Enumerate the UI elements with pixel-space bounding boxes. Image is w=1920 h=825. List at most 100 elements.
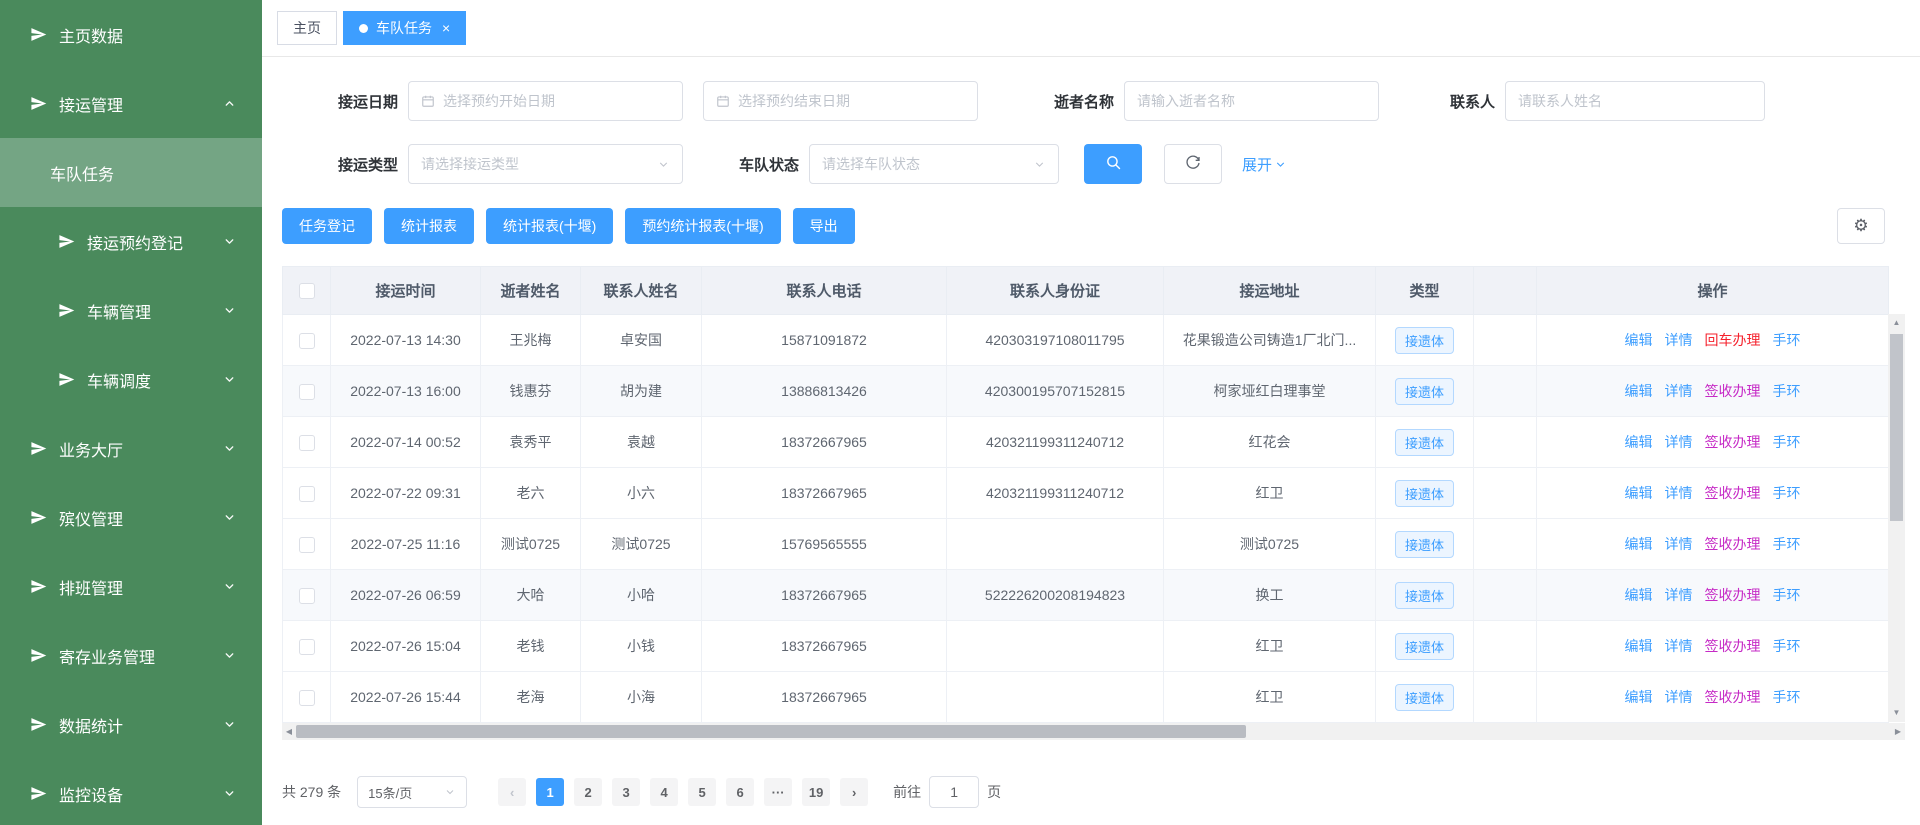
sidebar-item-监控设备[interactable]: 监控设备 (0, 759, 262, 825)
refresh-button[interactable] (1164, 144, 1222, 184)
action-link-详情[interactable]: 详情 (1665, 689, 1693, 705)
pickup-type-select[interactable]: 请选择接运类型 (408, 144, 683, 184)
sidebar-item-车辆管理[interactable]: 车辆管理 (0, 276, 262, 345)
search-button[interactable] (1084, 144, 1142, 184)
select-all-checkbox[interactable] (299, 283, 315, 299)
sidebar: 主页数据接运管理车队任务接运预约登记车辆管理车辆调度业务大厅殡仪管理排班管理寄存… (0, 0, 262, 825)
toolbar-button-统计报表(十堰)[interactable]: 统计报表(十堰) (486, 208, 613, 244)
action-link-详情[interactable]: 详情 (1665, 587, 1693, 603)
toolbar-button-统计报表[interactable]: 统计报表 (384, 208, 474, 244)
fleet-status-select[interactable]: 请选择车队状态 (809, 144, 1059, 184)
deceased-name-field[interactable] (1124, 81, 1379, 121)
sidebar-item-排班管理[interactable]: 排班管理 (0, 552, 262, 621)
sidebar-item-业务大厅[interactable]: 业务大厅 (0, 414, 262, 483)
page-button-2[interactable]: 2 (574, 778, 602, 806)
sidebar-item-数据统计[interactable]: 数据统计 (0, 690, 262, 759)
date-end-input[interactable]: 选择预约结束日期 (703, 81, 978, 121)
sidebar-item-接运管理[interactable]: 接运管理 (0, 69, 262, 138)
action-link-编辑[interactable]: 编辑 (1625, 383, 1653, 399)
action-link-签收办理[interactable]: 签收办理 (1705, 587, 1761, 603)
prev-page-button[interactable]: ‹ (498, 778, 526, 806)
action-link-编辑[interactable]: 编辑 (1625, 689, 1653, 705)
horizontal-scrollbar[interactable]: ◀ ▶ (282, 723, 1905, 740)
action-link-手环[interactable]: 手环 (1773, 434, 1801, 450)
action-link-手环[interactable]: 手环 (1773, 485, 1801, 501)
row-checkbox[interactable] (299, 588, 315, 604)
action-link-手环[interactable]: 手环 (1773, 536, 1801, 552)
tab-fleet-tasks[interactable]: 车队任务 × (343, 11, 466, 45)
action-link-手环[interactable]: 手环 (1773, 383, 1801, 399)
action-link-签收办理[interactable]: 签收办理 (1705, 638, 1761, 654)
toolbar-button-任务登记[interactable]: 任务登记 (282, 208, 372, 244)
action-link-签收办理[interactable]: 签收办理 (1705, 434, 1761, 450)
page-button-6[interactable]: 6 (726, 778, 754, 806)
row-checkbox[interactable] (299, 435, 315, 451)
action-link-编辑[interactable]: 编辑 (1625, 485, 1653, 501)
action-link-详情[interactable]: 详情 (1665, 332, 1693, 348)
contact-field[interactable] (1505, 81, 1765, 121)
expand-link[interactable]: 展开 (1242, 154, 1287, 175)
date-start-input[interactable]: 选择预约开始日期 (408, 81, 683, 121)
action-link-编辑[interactable]: 编辑 (1625, 332, 1653, 348)
next-page-button[interactable]: › (840, 778, 868, 806)
type-badge: 接遗体 (1395, 429, 1454, 456)
row-checkbox[interactable] (299, 639, 315, 655)
scroll-right-arrow-icon[interactable]: ▶ (1891, 723, 1905, 740)
action-link-详情[interactable]: 详情 (1665, 485, 1693, 501)
sidebar-item-寄存业务管理[interactable]: 寄存业务管理 (0, 621, 262, 690)
page-button-3[interactable]: 3 (612, 778, 640, 806)
action-link-详情[interactable]: 详情 (1665, 383, 1693, 399)
page-size-select[interactable]: 15条/页 (357, 776, 467, 808)
page-button-1[interactable]: 1 (536, 778, 564, 806)
close-icon[interactable]: × (442, 20, 450, 36)
page-button-4[interactable]: 4 (650, 778, 678, 806)
page-button-19[interactable]: 19 (802, 778, 830, 806)
action-link-手环[interactable]: 手环 (1773, 587, 1801, 603)
contact-input[interactable] (1518, 93, 1752, 109)
vertical-scroll-thumb[interactable] (1890, 334, 1903, 521)
page-ellipsis-button[interactable]: ··· (764, 778, 792, 806)
action-link-详情[interactable]: 详情 (1665, 638, 1693, 654)
row-checkbox[interactable] (299, 537, 315, 553)
sidebar-item-车辆调度[interactable]: 车辆调度 (0, 345, 262, 414)
deceased-name-input[interactable] (1137, 93, 1366, 109)
cell-deceased-name: 老六 (481, 468, 581, 519)
cell-contact-phone: 15871091872 (702, 315, 947, 366)
sidebar-item-殡仪管理[interactable]: 殡仪管理 (0, 483, 262, 552)
scroll-left-arrow-icon[interactable]: ◀ (282, 723, 296, 740)
action-link-签收办理[interactable]: 签收办理 (1705, 485, 1761, 501)
action-link-手环[interactable]: 手环 (1773, 638, 1801, 654)
row-checkbox[interactable] (299, 384, 315, 400)
sidebar-item-主页数据[interactable]: 主页数据 (0, 0, 262, 69)
action-link-编辑[interactable]: 编辑 (1625, 536, 1653, 552)
row-checkbox[interactable] (299, 486, 315, 502)
row-checkbox[interactable] (299, 690, 315, 706)
action-link-签收办理[interactable]: 签收办理 (1705, 536, 1761, 552)
action-link-手环[interactable]: 手环 (1773, 332, 1801, 348)
action-link-详情[interactable]: 详情 (1665, 536, 1693, 552)
action-link-签收办理[interactable]: 签收办理 (1705, 689, 1761, 705)
vertical-scrollbar[interactable]: ▲ ▼ (1888, 314, 1905, 722)
column-settings-button[interactable]: ⚙ (1837, 208, 1885, 244)
sidebar-item-车队任务[interactable]: 车队任务 (0, 138, 262, 207)
toolbar-button-导出[interactable]: 导出 (793, 208, 855, 244)
table-row: 2022-07-26 06:59大哈小哈18372667965522226200… (283, 570, 1889, 621)
goto-page-input[interactable] (929, 776, 979, 808)
action-link-回车办理[interactable]: 回车办理 (1705, 332, 1761, 348)
horizontal-scroll-thumb[interactable] (296, 725, 1246, 738)
tab-home[interactable]: 主页 (277, 11, 337, 45)
scroll-up-arrow-icon[interactable]: ▲ (1888, 316, 1905, 330)
action-link-详情[interactable]: 详情 (1665, 434, 1693, 450)
paper-plane-icon (58, 233, 75, 250)
page-button-5[interactable]: 5 (688, 778, 716, 806)
scroll-down-arrow-icon[interactable]: ▼ (1888, 706, 1905, 720)
action-link-编辑[interactable]: 编辑 (1625, 587, 1653, 603)
action-link-编辑[interactable]: 编辑 (1625, 434, 1653, 450)
sidebar-item-接运预约登记[interactable]: 接运预约登记 (0, 207, 262, 276)
action-link-手环[interactable]: 手环 (1773, 689, 1801, 705)
toolbar-button-预约统计报表(十堰)[interactable]: 预约统计报表(十堰) (625, 208, 780, 244)
row-checkbox[interactable] (299, 333, 315, 349)
cell-contact-name: 小六 (581, 468, 702, 519)
action-link-编辑[interactable]: 编辑 (1625, 638, 1653, 654)
action-link-签收办理[interactable]: 签收办理 (1705, 383, 1761, 399)
